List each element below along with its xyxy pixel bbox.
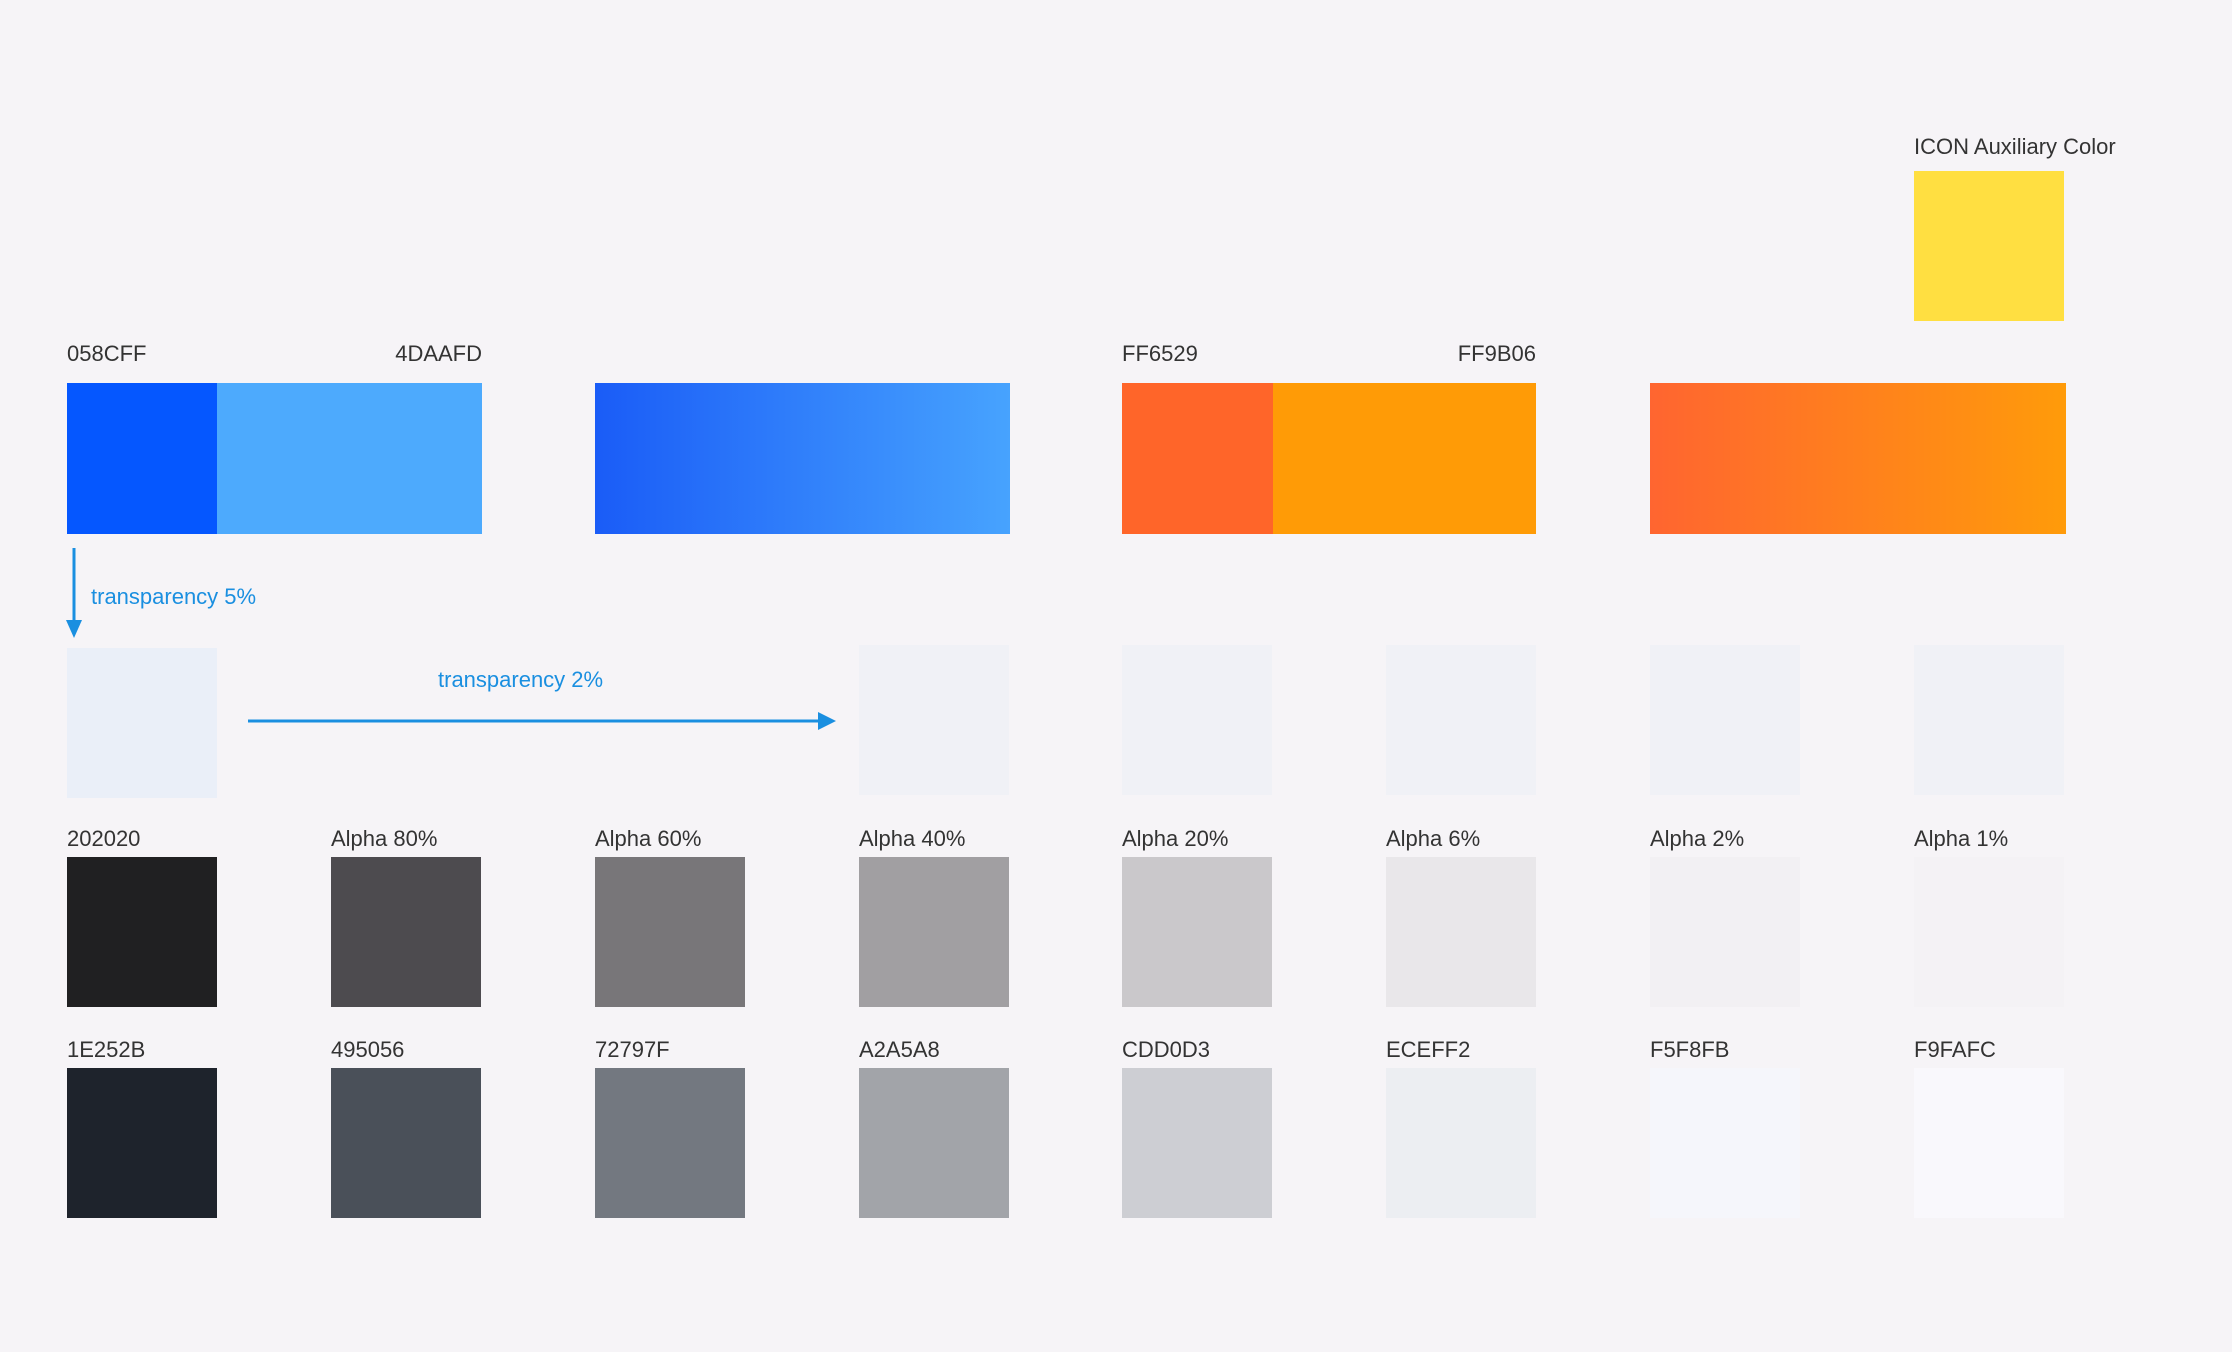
alpha-swatch xyxy=(1386,857,1536,1007)
tint-swatch-2 xyxy=(1386,645,1536,795)
neutral-swatch xyxy=(1914,1068,2064,1218)
neutral-swatch xyxy=(331,1068,481,1218)
transparency-5-label: transparency 5% xyxy=(91,584,257,609)
alpha-swatch xyxy=(1122,857,1272,1007)
transparency-2-arrow xyxy=(248,712,836,730)
transparency-2-label: transparency 2% xyxy=(438,667,604,692)
alpha-label: Alpha 6% xyxy=(1386,826,1481,851)
neutral-swatch xyxy=(67,1068,217,1218)
tint-swatch-2 xyxy=(1650,645,1800,795)
tint-swatch-2 xyxy=(859,645,1009,795)
neutral-label: 1E252B xyxy=(67,1037,146,1062)
alpha-swatch xyxy=(67,857,217,1007)
neutral-label: CDD0D3 xyxy=(1122,1037,1211,1062)
alpha-label: Alpha 40% xyxy=(859,826,966,851)
neutral-swatch xyxy=(859,1068,1009,1218)
neutral-swatch xyxy=(1386,1068,1536,1218)
alpha-swatch xyxy=(331,857,481,1007)
alpha-label: Alpha 60% xyxy=(595,826,702,851)
alpha-label: Alpha 2% xyxy=(1650,826,1745,851)
tint-swatch-2 xyxy=(1914,645,2064,795)
transparency-5-arrow xyxy=(66,548,82,638)
neutral-label: 495056 xyxy=(331,1037,405,1062)
alpha-label: Alpha 20% xyxy=(1122,826,1229,851)
alpha-swatch xyxy=(595,857,745,1007)
neutral-swatch xyxy=(1122,1068,1272,1218)
tint-swatch-5 xyxy=(67,648,217,798)
alpha-swatch xyxy=(859,857,1009,1007)
neutral-label: A2A5A8 xyxy=(859,1037,940,1062)
neutral-swatch xyxy=(1650,1068,1800,1218)
alpha-swatch xyxy=(1914,857,2064,1007)
alpha-label: Alpha 1% xyxy=(1914,826,2009,851)
neutral-label: ECEFF2 xyxy=(1386,1037,1471,1062)
alpha-swatch xyxy=(1650,857,1800,1007)
tint-swatch-2 xyxy=(1122,645,1272,795)
alpha-label: Alpha 80% xyxy=(331,826,438,851)
neutral-swatch xyxy=(595,1068,745,1218)
neutral-label: 72797F xyxy=(595,1037,670,1062)
neutral-label: F9FAFC xyxy=(1914,1037,1996,1062)
alpha-label: 202020 xyxy=(67,826,141,851)
neutral-label: F5F8FB xyxy=(1650,1037,1730,1062)
